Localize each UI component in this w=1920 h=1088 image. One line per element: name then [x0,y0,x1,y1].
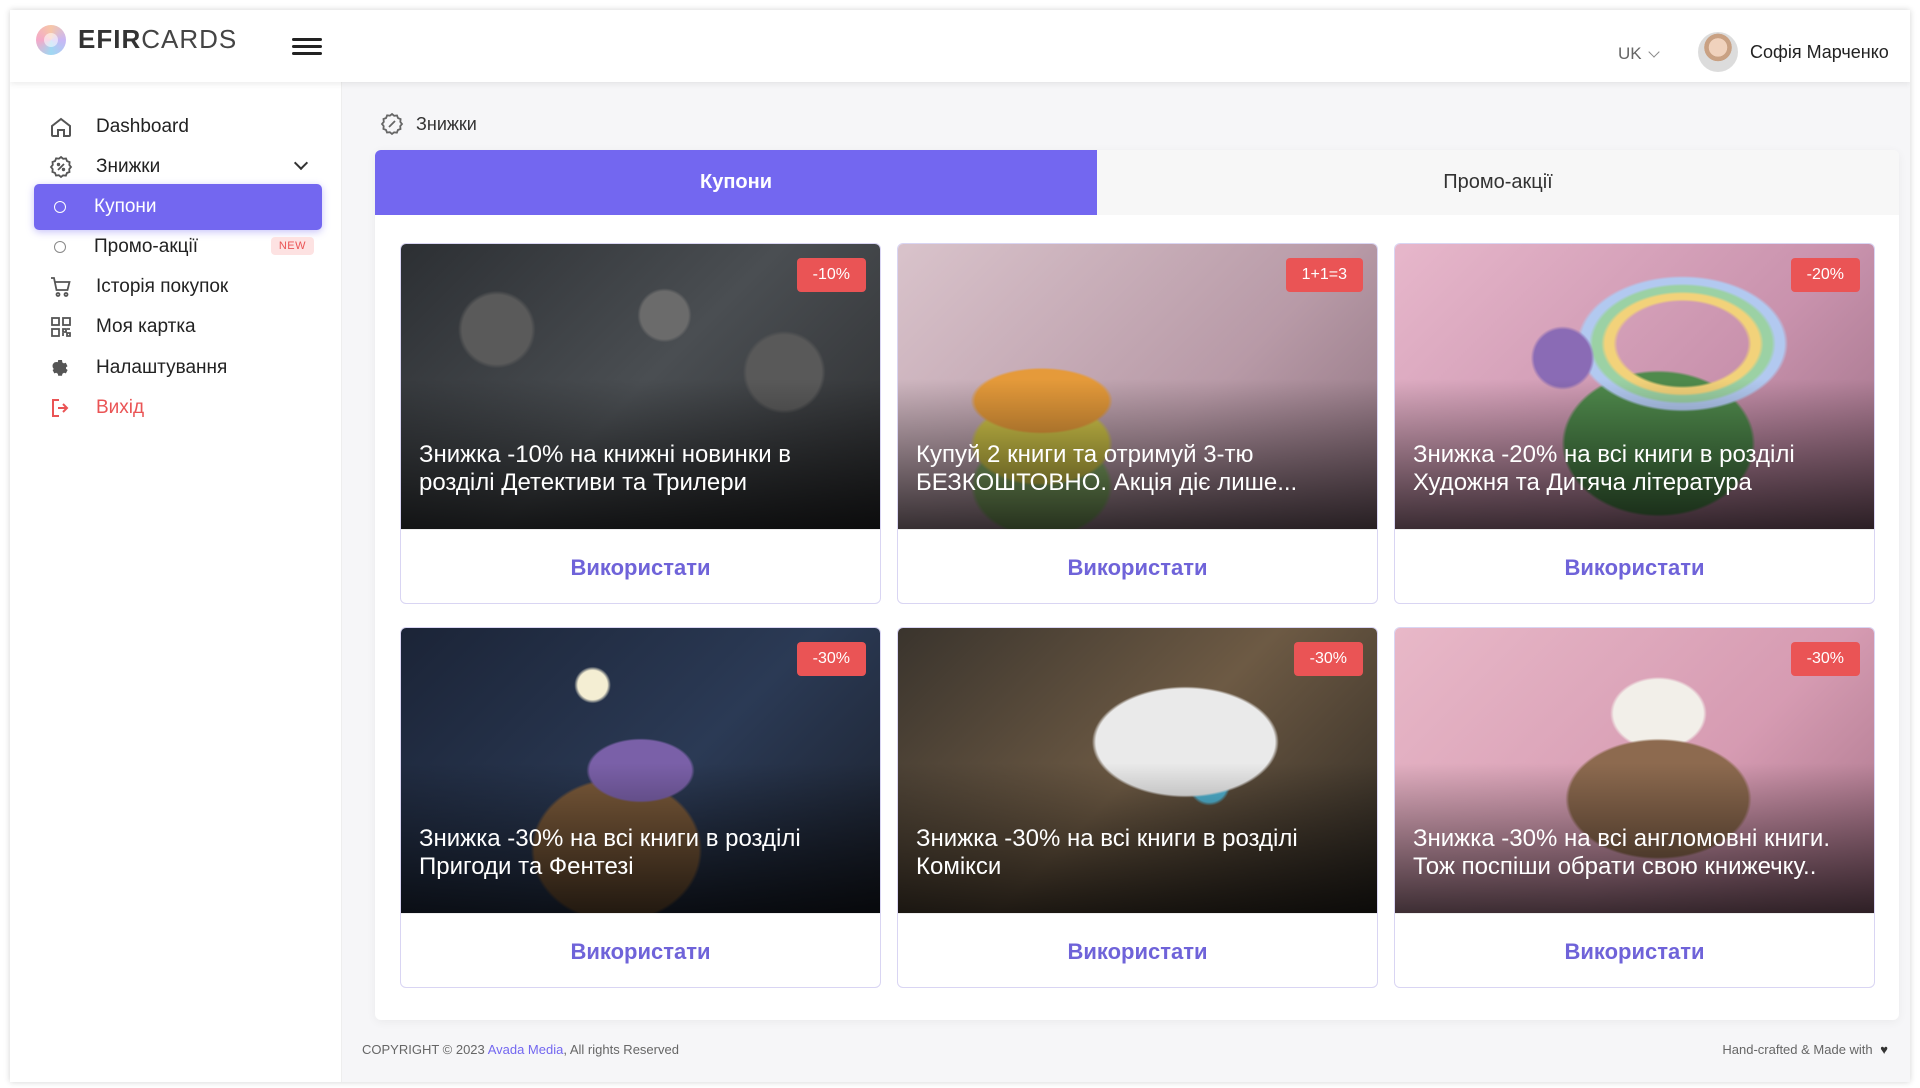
heart-icon: ♥ [1880,1041,1888,1057]
page-title: Знижки [416,113,477,134]
circle-icon [54,201,66,213]
avatar [1698,32,1738,72]
menu-toggle-icon[interactable] [292,38,322,58]
user-name: Софія Марченко [1750,41,1889,62]
coupon-title: Знижка -30% на всі книги в розділі Приго… [419,825,801,880]
copyright: COPYRIGHT © 2023 Avada Media, All rights… [362,1042,679,1057]
sidebar-item-label: Моя картка [96,316,196,337]
use-coupon-button[interactable]: Використати [401,913,880,987]
chevron-down-icon [293,155,309,171]
discount-badge: -30% [1790,642,1860,676]
tab-coupons[interactable]: Купони [375,150,1097,215]
tab-promo[interactable]: Промо-акції [1097,150,1899,215]
discount-badge: -10% [796,258,866,292]
use-coupon-button[interactable]: Використати [1395,913,1874,987]
coupon-card: -30% Знижка -30% на всі англомовні книги… [1394,627,1875,988]
coupon-title: Знижка -10% на книжні новинки в розділі … [419,441,792,496]
sidebar-item-label: Налаштування [96,357,228,378]
coupon-title: Знижка -20% на всі книги в розділі Худож… [1413,441,1795,496]
discount-badge: -30% [1293,642,1363,676]
cart-icon [48,274,74,300]
coupons-panel: Купони Промо-акції -10% Знижка -10% на к… [375,150,1899,1020]
discount-badge: -20% [1790,258,1860,292]
coupon-title: Знижка -30% на всі книги в розділі Комік… [916,825,1298,880]
sidebar-item-label: Історія покупок [96,276,229,297]
new-badge: NEW [270,237,314,255]
footer-right: Hand-crafted & Made with ♥ [1722,1042,1888,1057]
logo[interactable]: EFIRCARDS [36,24,237,55]
use-coupon-button[interactable]: Використати [898,913,1377,987]
breadcrumb: Знижки [380,112,477,136]
gear-icon [48,355,74,381]
sidebar-item-logout[interactable]: Вихід [34,385,322,431]
language-selector[interactable]: UK [1618,44,1660,64]
coupon-card: -10% Знижка -10% на книжні новинки в роз… [400,243,881,604]
circle-icon [54,241,66,253]
company-link[interactable]: Avada Media [488,1042,564,1057]
chevron-down-icon [1647,46,1660,58]
user-menu[interactable]: Софія Марченко [1698,32,1889,72]
copyright-suffix: , All rights Reserved [563,1041,679,1057]
use-coupon-button[interactable]: Використати [401,529,880,603]
footer-right-text: Hand-crafted & Made with [1722,1041,1873,1057]
discount-icon [48,154,74,180]
tab-bar: Купони Промо-акції [375,150,1899,215]
app-window: EFIRCARDS UK Софія Марченко Dashboard Зн… [10,10,1910,1082]
discount-badge: -30% [796,642,866,676]
qr-code-icon [48,314,74,340]
sidebar-item-label: Купони [94,196,157,217]
discount-badge: 1+1=3 [1285,258,1363,292]
coupon-card: -30% Знижка -30% на всі книги в розділі … [400,627,881,988]
discount-icon [380,112,404,136]
logout-icon [48,395,74,421]
top-header: EFIRCARDS UK Софія Марченко [10,10,1910,82]
sidebar-item-label: Промо-акції [94,236,199,257]
logo-mark-icon [36,24,66,55]
sidebar: Dashboard Знижки Купони Промо-акції NEW … [10,82,342,1082]
main-content: Знижки Купони Промо-акції -10% Знижка -1… [342,82,1910,1082]
sidebar-item-label: Вихід [96,397,145,418]
use-coupon-button[interactable]: Використати [1395,529,1874,603]
sidebar-item-my-card[interactable]: Моя картка [34,304,322,350]
coupon-card: -30% Знижка -30% на всі книги в розділі … [897,627,1378,988]
coupon-card: -20% Знижка -20% на всі книги в розділі … [1394,243,1875,604]
coupon-title: Купуй 2 книги та отримуй 3-тю БЕЗКОШТОВН… [916,441,1298,496]
coupon-card: 1+1=3 Купуй 2 книги та отримуй 3-тю БЕЗК… [897,243,1378,604]
sidebar-item-label: Dashboard [96,116,189,137]
footer: COPYRIGHT © 2023 Avada Media, All rights… [342,1024,1910,1074]
sidebar-item-label: Знижки [96,156,161,177]
language-label: UK [1618,44,1642,63]
home-icon [48,114,74,140]
coupon-title: Знижка -30% на всі англомовні книги. Тож… [1413,825,1830,880]
use-coupon-button[interactable]: Використати [898,529,1377,603]
logo-text: EFIRCARDS [78,24,238,54]
copyright-prefix: COPYRIGHT © 2023 [362,1041,485,1057]
